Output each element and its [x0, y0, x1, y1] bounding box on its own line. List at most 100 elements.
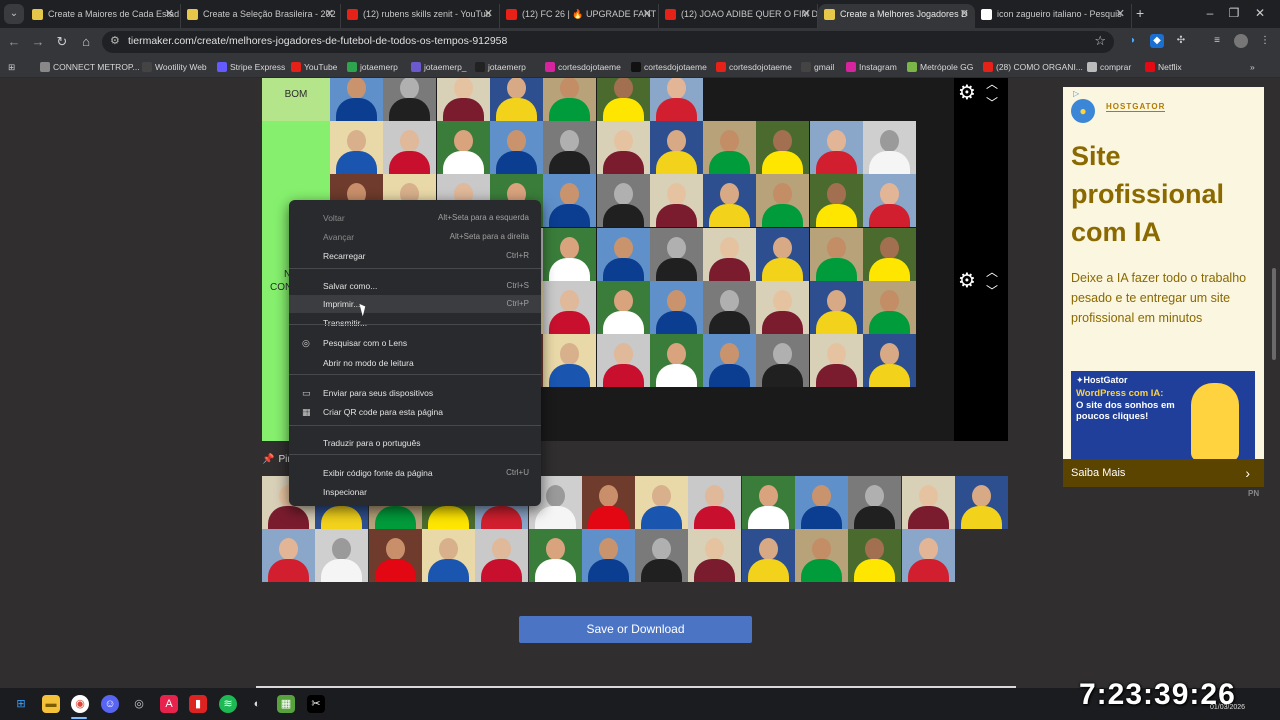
context-menu-item[interactable]: Exibir código fonte da página Ctrl+U [289, 464, 541, 482]
close-tab-icon[interactable]: ✕ [325, 4, 334, 24]
app-icon[interactable]: ▦ [277, 695, 295, 713]
scrollbar[interactable] [1272, 268, 1276, 360]
context-menu-item[interactable]: Recarregar Ctrl+R [289, 247, 541, 265]
player-thumbnail[interactable] [436, 121, 490, 174]
player-thumbnail[interactable] [489, 78, 543, 121]
bookmark-item[interactable]: cortesdojotaeme [631, 60, 707, 74]
player-thumbnail[interactable] [581, 476, 635, 529]
player-thumbnail[interactable] [809, 121, 863, 174]
player-thumbnail[interactable] [703, 227, 757, 281]
player-thumbnail[interactable] [543, 227, 597, 281]
player-thumbnail[interactable] [543, 174, 597, 228]
menu-icon[interactable]: ⋮ [1258, 34, 1272, 48]
close-tab-icon[interactable]: ✕ [643, 4, 652, 24]
browser-tab[interactable]: (12) rubens skills zenit - YouTub ✕ [341, 4, 500, 28]
extension-icon[interactable]: ◆ [1150, 34, 1164, 48]
apps-icon[interactable]: ⊞ [8, 60, 15, 74]
player-thumbnail[interactable] [954, 476, 1008, 529]
chrome-icon[interactable]: ◉ [71, 695, 89, 713]
player-thumbnail[interactable] [863, 334, 916, 388]
context-menu-item[interactable]: ▭ Enviar para seus dispositivos [289, 384, 541, 402]
restore-icon[interactable]: ❐ [1224, 3, 1244, 23]
player-thumbnail[interactable] [741, 529, 795, 582]
bookmark-item[interactable]: Netflix [1145, 60, 1182, 74]
home-icon[interactable]: ⌂ [76, 32, 96, 52]
player-thumbnail[interactable] [436, 78, 490, 121]
player-thumbnail[interactable] [489, 121, 543, 174]
player-thumbnail[interactable] [543, 78, 597, 121]
player-thumbnail[interactable] [848, 529, 902, 582]
chevron-up-icon[interactable]: ︿ [986, 266, 998, 278]
player-thumbnail[interactable] [543, 121, 597, 174]
player-thumbnail[interactable] [649, 334, 703, 388]
advertisement[interactable]: ▷ ● HOSTGATOR Site profissional com IA D… [1063, 87, 1264, 487]
player-thumbnail[interactable] [528, 529, 582, 582]
player-thumbnail[interactable] [596, 227, 650, 281]
player-thumbnail[interactable] [863, 227, 916, 281]
player-thumbnail[interactable] [703, 280, 757, 334]
bookmark-item[interactable]: Stripe Express [217, 60, 285, 74]
app-icon[interactable]: ▮ [189, 695, 207, 713]
bookmark-item[interactable]: jotaemerp [347, 60, 398, 74]
tier-label[interactable]: BOM [262, 78, 330, 121]
avatar[interactable] [1234, 34, 1248, 48]
player-thumbnail[interactable] [703, 174, 757, 228]
browser-tab[interactable]: Create a Melhores Jogadores D ✕ [818, 4, 975, 28]
player-thumbnail[interactable] [543, 334, 597, 388]
close-tab-icon[interactable]: ✕ [1116, 4, 1125, 24]
player-thumbnail[interactable] [809, 227, 863, 281]
player-thumbnail[interactable] [703, 334, 757, 388]
player-thumbnail[interactable] [475, 529, 529, 582]
browser-tab[interactable]: icon zagueiro italiano - Pesquis ✕ [975, 4, 1132, 28]
context-menu-item[interactable]: Imprimir... Ctrl+P [289, 295, 541, 313]
player-thumbnail[interactable] [863, 280, 916, 334]
player-thumbnail[interactable] [756, 121, 810, 174]
player-thumbnail[interactable] [649, 174, 703, 228]
browser-tab[interactable]: Create a Maiores de Cada Estad ✕ [26, 4, 181, 28]
file-explorer-icon[interactable]: ▬ [42, 695, 60, 713]
player-thumbnail[interactable] [901, 476, 955, 529]
back-icon[interactable]: ← [4, 32, 24, 52]
player-thumbnail[interactable] [635, 529, 689, 582]
player-thumbnail[interactable] [368, 529, 422, 582]
context-menu-item[interactable]: ◎ Pesquisar com o Lens [289, 334, 541, 352]
player-thumbnail[interactable] [809, 280, 863, 334]
tab-search-icon[interactable]: ⌄ [4, 4, 24, 24]
close-window-icon[interactable]: ✕ [1250, 3, 1270, 23]
player-thumbnail[interactable] [795, 476, 848, 529]
more-bookmarks-icon[interactable]: » [1250, 60, 1255, 74]
player-thumbnail[interactable] [649, 121, 703, 174]
player-thumbnail[interactable] [421, 529, 475, 582]
player-thumbnail[interactable] [809, 334, 863, 388]
capcut-icon[interactable]: ✂ [307, 695, 325, 713]
context-menu-item[interactable]: Salvar como... Ctrl+S [289, 277, 541, 295]
chevron-up-icon[interactable]: ︿ [986, 78, 998, 90]
player-thumbnail[interactable] [543, 280, 597, 334]
player-thumbnail[interactable] [795, 529, 848, 582]
player-thumbnail[interactable] [756, 280, 810, 334]
app-icon[interactable]: A [160, 695, 178, 713]
address-bar[interactable]: ⚙ tiermaker.com/create/melhores-jogadore… [102, 31, 1114, 53]
context-menu-item[interactable]: Abrir no modo de leitura [289, 354, 541, 372]
bookmark-item[interactable]: cortesdojotaeme [545, 60, 621, 74]
media-icon[interactable]: ≡ [1210, 34, 1224, 48]
obs-icon[interactable]: ◎ [130, 695, 148, 713]
player-thumbnail[interactable] [688, 476, 742, 529]
player-thumbnail[interactable] [596, 121, 650, 174]
player-thumbnail[interactable] [383, 78, 437, 121]
player-thumbnail[interactable] [330, 121, 383, 174]
bookmark-item[interactable]: CONNECT METROP... [40, 60, 140, 74]
player-thumbnail[interactable] [809, 174, 863, 228]
bookmark-item[interactable]: Metrópole GG [907, 60, 973, 74]
chevron-down-icon[interactable]: ﹀ [986, 285, 998, 297]
close-tab-icon[interactable]: ✕ [165, 4, 174, 24]
browser-tab[interactable]: (12) JOAO ADIBE QUER O FIM D ✕ [659, 4, 818, 28]
gear-icon[interactable]: ⚙ [958, 83, 978, 103]
extensions-puzzle-icon[interactable]: ✣ [1174, 34, 1188, 48]
player-thumbnail[interactable] [581, 529, 635, 582]
discord-icon[interactable]: ☺ [101, 695, 119, 713]
player-thumbnail[interactable] [863, 174, 916, 228]
player-thumbnail[interactable] [383, 121, 437, 174]
bookmark-item[interactable]: Wootility Web [142, 60, 207, 74]
bookmark-item[interactable]: YouTube [291, 60, 337, 74]
